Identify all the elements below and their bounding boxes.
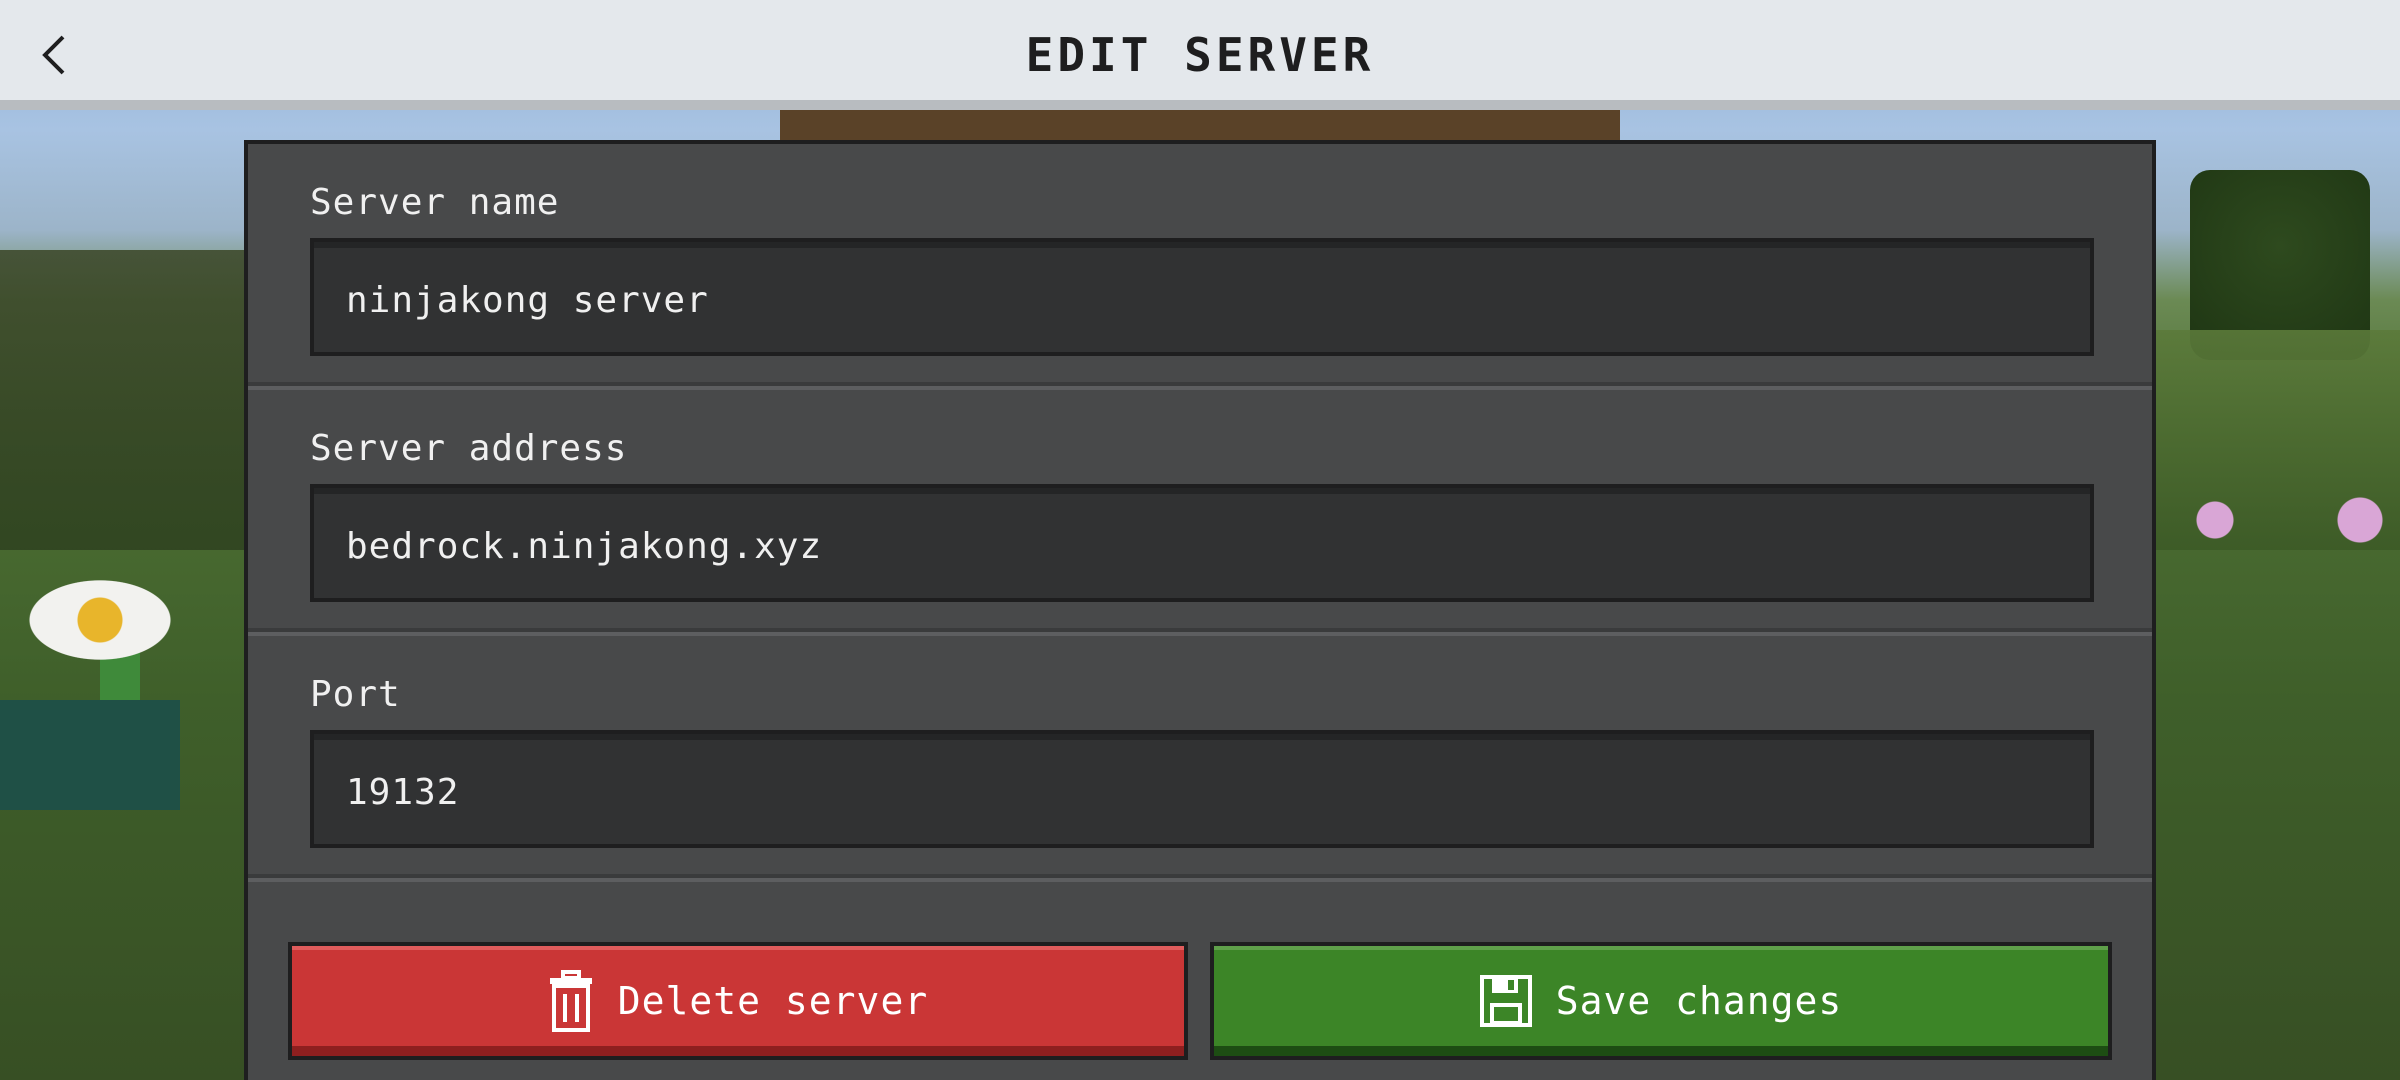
server-address-input[interactable] <box>314 488 2090 598</box>
delete-server-button[interactable]: Delete server <box>288 942 1188 1060</box>
server-name-section: Server name <box>248 144 2152 390</box>
port-input[interactable] <box>314 734 2090 844</box>
server-name-input[interactable] <box>314 242 2090 352</box>
server-address-section: Server address <box>248 390 2152 636</box>
background-pink-flower <box>2190 500 2240 540</box>
port-field[interactable] <box>310 730 2094 848</box>
port-section: Port <box>248 636 2152 882</box>
action-buttons: Delete server Save changes <box>288 942 2112 1062</box>
server-address-field[interactable] <box>310 484 2094 602</box>
save-changes-button[interactable]: Save changes <box>1210 942 2112 1060</box>
background-hill-left <box>0 250 280 550</box>
edit-server-panel: Server name Server address Port <box>244 140 2156 1080</box>
save-changes-label: Save changes <box>1555 979 1843 1023</box>
top-bar: EDIT SERVER <box>0 0 2400 110</box>
page-title: EDIT SERVER <box>1025 28 1375 82</box>
server-name-field[interactable] <box>310 238 2094 356</box>
delete-server-label: Delete server <box>617 979 929 1023</box>
floppy-disk-icon <box>1479 975 1532 1027</box>
server-address-label: Server address <box>310 428 628 469</box>
background-pink-flower <box>2330 495 2390 545</box>
trash-icon <box>548 970 594 1032</box>
background-bush <box>0 700 180 810</box>
port-label: Port <box>310 674 401 715</box>
background-daisy-flower <box>20 575 180 665</box>
server-name-label: Server name <box>310 182 560 223</box>
